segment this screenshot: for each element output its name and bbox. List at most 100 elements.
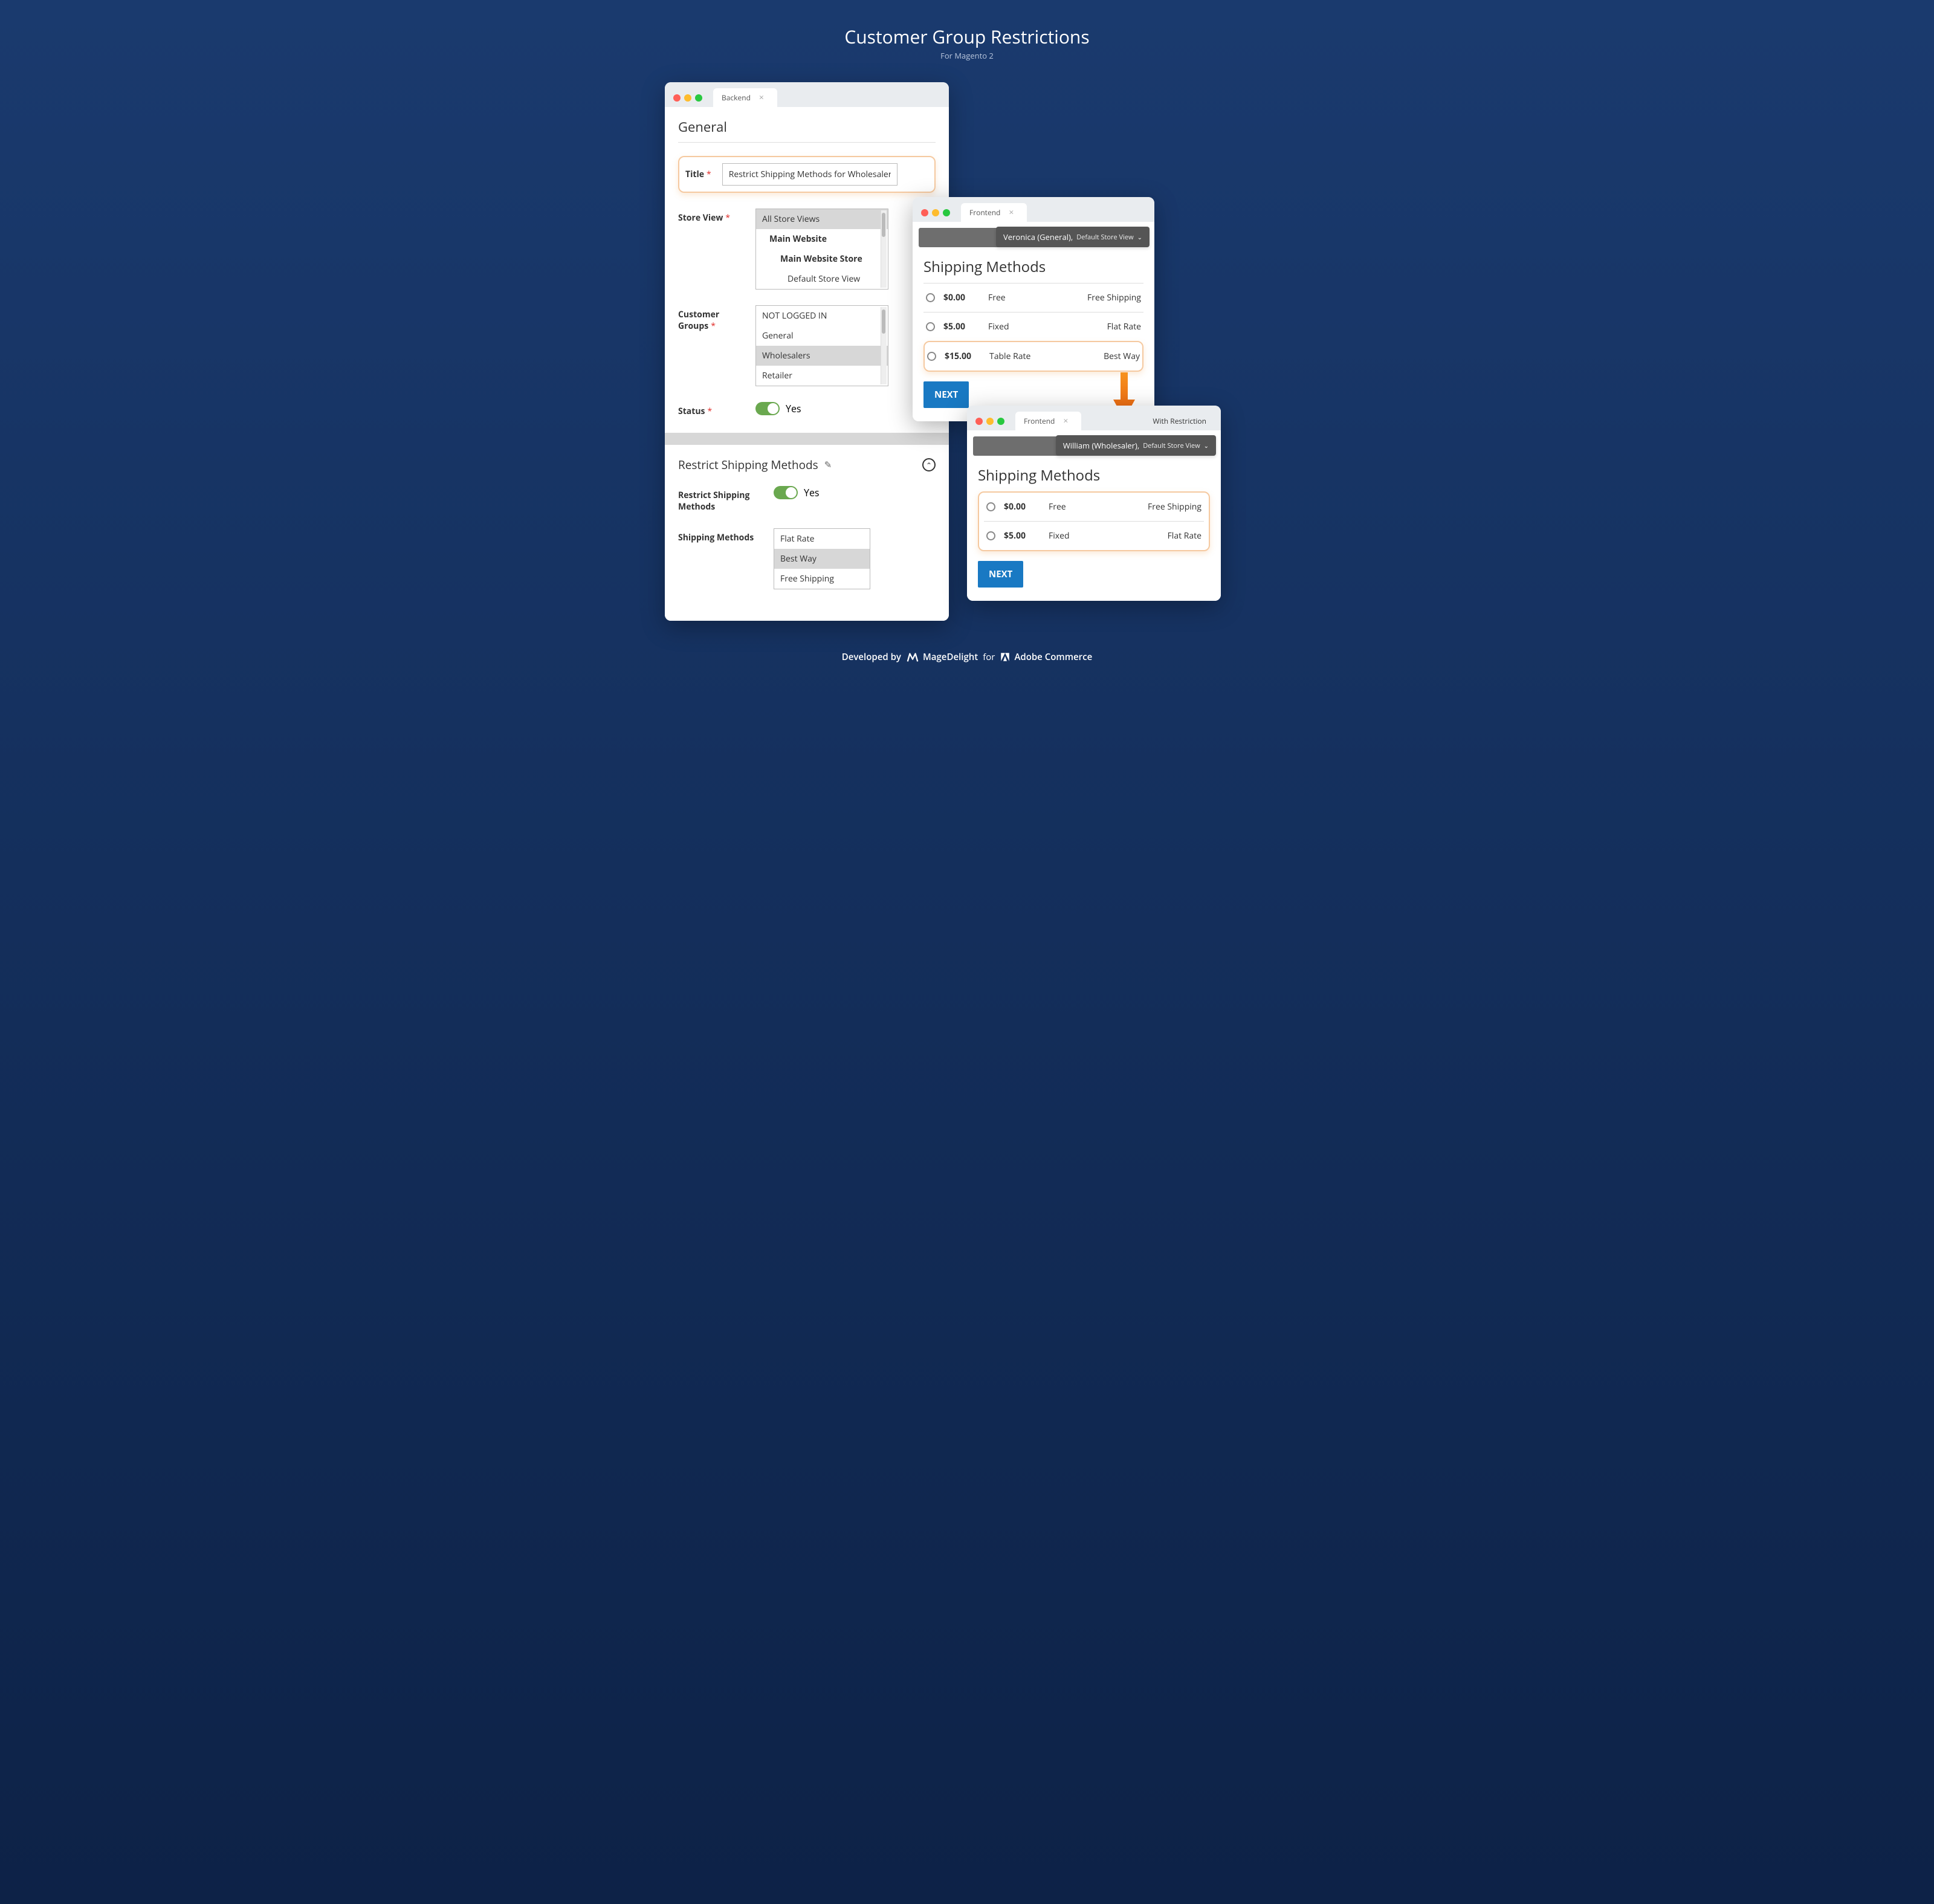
radio-icon[interactable] [926,293,935,302]
window-chrome: Frontend × [913,197,1154,222]
next-button[interactable]: NEXT [923,381,969,408]
user-name: Veronica (General), [1003,232,1073,242]
list-item[interactable]: Main Website Store [756,249,888,269]
store-view-label: Store View [678,212,723,224]
close-icon[interactable] [975,418,983,425]
type: Fixed [988,321,1043,332]
radio-icon[interactable] [986,502,995,511]
section-heading-general: General [678,118,936,136]
browser-tab[interactable]: Frontend × [961,203,1027,222]
shipping-method-row[interactable]: $0.00 Free Free Shipping [984,493,1204,521]
price: $0.00 [1004,501,1040,513]
context-bar: William (Wholesaler), Default Store View… [973,436,1215,456]
carrier: Flat Rate [1107,321,1141,332]
type: Table Rate [989,351,1044,362]
store-view-listbox[interactable]: All Store Views Main Website Main Websit… [755,209,888,290]
shipping-methods-listbox[interactable]: Flat Rate Best Way Free Shipping [774,528,870,589]
scrollbar[interactable] [881,307,887,384]
user-context-pill[interactable]: William (Wholesaler), Default Store View… [1056,435,1216,456]
required-icon: * [707,406,712,417]
backend-panel: Backend × General Title* Store View* All… [665,82,949,621]
list-item[interactable]: NOT LOGGED IN [756,306,888,326]
radio-icon[interactable] [927,352,936,361]
tab-label: Backend [722,92,751,103]
status-label: Status [678,406,705,417]
carrier: Free Shipping [1087,292,1141,303]
carrier: Best Way [1104,351,1140,362]
minimize-icon[interactable] [986,418,994,425]
page-title: Customer Group Restrictions [12,24,1922,49]
collapse-icon[interactable]: ⌃ [922,458,936,471]
required-icon: * [707,169,711,180]
section-divider [665,433,949,445]
price: $0.00 [943,292,980,303]
list-item[interactable]: Best Way [774,549,870,569]
radio-icon[interactable] [986,531,995,540]
window-chrome: Frontend × With Restriction [967,406,1221,430]
carrier: Flat Rate [1168,530,1201,542]
shipping-methods-heading: Shipping Methods [923,257,1143,277]
list-item[interactable]: Retailer [756,366,888,386]
list-item[interactable]: General [756,326,888,346]
highlighted-methods: $0.00 Free Free Shipping $5.00 Fixed Fla… [978,491,1210,551]
list-item[interactable]: Wholesalers [756,346,888,366]
title-input[interactable] [722,163,897,186]
list-item[interactable]: Main Website [756,229,888,249]
price: $15.00 [945,351,981,362]
title-label: Title [685,169,704,180]
highlighted-method: $15.00 Table Rate Best Way [923,341,1143,372]
magedelight-logo: MageDelight [906,650,978,664]
user-name: William (Wholesaler), [1063,440,1140,451]
browser-tab[interactable]: Backend × [713,88,777,107]
user-context-pill[interactable]: Veronica (General), Default Store View ⌄ [996,227,1150,247]
store-name: Default Store View [1143,441,1200,450]
close-icon[interactable] [921,209,928,216]
type: Fixed [1049,530,1103,542]
browser-tab[interactable]: Frontend × [1015,412,1081,430]
edit-icon[interactable]: ✎ [824,459,832,471]
price: $5.00 [1004,530,1040,542]
type: Free [1049,501,1103,513]
maximize-icon[interactable] [943,209,950,216]
close-icon[interactable] [673,94,681,102]
next-button[interactable]: NEXT [978,561,1023,588]
restrict-toggle-value: Yes [804,486,820,499]
list-item[interactable]: Flat Rate [774,529,870,549]
type: Free [988,292,1043,303]
window-chrome: Backend × [665,82,949,107]
required-icon: * [725,212,730,224]
scrollbar[interactable] [881,210,887,288]
store-name: Default Store View [1076,233,1133,242]
page-subtitle: For Magento 2 [12,50,1922,61]
for-text: for [983,651,995,663]
divider [678,142,936,143]
minimize-icon[interactable] [932,209,939,216]
minimize-icon[interactable] [684,94,691,102]
restriction-label: With Restriction [1153,416,1212,426]
tab-label: Frontend [1024,416,1055,426]
customer-groups-listbox[interactable]: NOT LOGGED IN General Wholesalers Retail… [755,305,888,386]
shipping-method-row[interactable]: $15.00 Table Rate Best Way [925,342,1142,371]
shipping-method-row[interactable]: $5.00 Fixed Flat Rate [923,312,1143,341]
list-item[interactable]: Default Store View [756,269,888,289]
maximize-icon[interactable] [997,418,1004,425]
list-item[interactable]: All Store Views [756,209,888,229]
tab-close-icon[interactable]: × [759,92,764,103]
shipping-method-row[interactable]: $0.00 Free Free Shipping [923,283,1143,312]
price: $5.00 [943,321,980,332]
carrier: Free Shipping [1148,501,1201,513]
list-item[interactable]: Free Shipping [774,569,870,589]
status-toggle[interactable] [755,402,780,415]
tab-close-icon[interactable]: × [1009,207,1014,218]
restrict-toggle[interactable] [774,486,798,499]
developed-by: Developed by [842,651,901,663]
adobe-commerce-logo: Adobe Commerce [1000,651,1092,663]
shipping-methods-heading: Shipping Methods [978,465,1210,485]
chevron-down-icon: ⌄ [1137,233,1142,241]
maximize-icon[interactable] [695,94,702,102]
radio-icon[interactable] [926,322,935,331]
tab-close-icon[interactable]: × [1063,415,1068,427]
restrict-toggle-label: Restrict Shipping Methods [678,490,749,513]
footer: Developed by MageDelight for Adobe Comme… [12,650,1922,664]
shipping-method-row[interactable]: $5.00 Fixed Flat Rate [984,521,1204,550]
